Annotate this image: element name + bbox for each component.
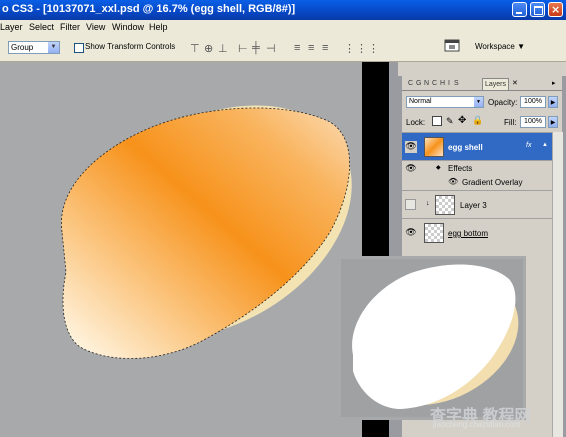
visibility-toggle[interactable] <box>405 199 416 210</box>
close-icon: × <box>551 3 561 16</box>
eye-icon[interactable]: 👁 <box>448 177 458 186</box>
tab-paths[interactable]: G <box>416 80 421 87</box>
lock-move-icon[interactable]: ✥ <box>458 115 466 126</box>
tab-history[interactable]: H <box>440 80 445 87</box>
maximize-button[interactable] <box>530 2 545 17</box>
tab-channels[interactable]: C <box>408 80 413 87</box>
effects-icon: ◆ <box>436 165 441 171</box>
layer-row-egg-shell[interactable]: 👁 egg shell fx ▲ <box>402 132 552 160</box>
auto-select-value: Group <box>11 43 34 52</box>
layer-name: Layer 3 <box>460 201 487 210</box>
effects-row[interactable]: 👁 ◆ Effects <box>402 160 552 175</box>
watermark-subtext: jiaocheng.chazidian.com <box>433 420 521 429</box>
layer-row-egg-bottom[interactable]: 👁 egg bottom <box>402 218 552 246</box>
document-canvas[interactable] <box>0 62 389 437</box>
minimize-icon <box>516 12 522 14</box>
preview-background <box>341 259 523 417</box>
lock-brush-icon[interactable]: ✎ <box>446 116 454 127</box>
expand-arrow-icon[interactable]: ▲ <box>542 142 548 148</box>
workspace-icon[interactable] <box>443 38 461 54</box>
layer-thumbnail <box>424 223 444 243</box>
menu-bar: Layer Select Filter View Window Help <box>0 20 566 34</box>
layer-thumbnail <box>435 195 455 215</box>
auto-select-dropdown[interactable]: Group ▼ <box>8 41 60 54</box>
eye-icon[interactable]: 👁 <box>405 163 417 175</box>
show-transform-label: Show Transform Controls <box>85 42 176 51</box>
panel-tabs: C G N C H I S Layers ✕ ▸ <box>402 76 562 91</box>
menu-help[interactable]: Help <box>149 22 168 32</box>
fill-arrow-icon[interactable]: ▶ <box>548 116 558 128</box>
clip-arrow-icon: ↓ <box>426 200 430 207</box>
menu-select[interactable]: Select <box>29 22 54 32</box>
chevron-down-icon: ▼ <box>48 42 59 53</box>
gradient-overlay-row[interactable]: 👁 Gradient Overlay <box>402 175 552 190</box>
menu-layer[interactable]: Layer <box>0 22 23 32</box>
distribute-left-icon[interactable]: ⋮ <box>344 42 355 55</box>
maximize-icon <box>534 6 543 15</box>
egg-shell-shape <box>61 107 350 359</box>
opacity-input[interactable]: 100% <box>520 96 546 108</box>
tab-color[interactable]: C <box>432 80 437 87</box>
menu-window[interactable]: Window <box>112 22 144 32</box>
fill-label: Fill: <box>504 118 517 127</box>
workspace-button[interactable]: Workspace ▼ <box>475 42 525 51</box>
tab-info[interactable]: I <box>448 80 450 87</box>
opacity-arrow-icon[interactable]: ▶ <box>548 96 558 108</box>
align-hcenter-icon[interactable]: ╪ <box>252 42 260 54</box>
fill-input[interactable]: 100% <box>520 116 546 128</box>
tab-layers[interactable]: Layers <box>482 78 510 90</box>
menu-view[interactable]: View <box>86 22 105 32</box>
panel-menu-icon[interactable]: ▸ <box>552 79 556 87</box>
align-vcenter-icon[interactable]: ⊕ <box>204 42 213 55</box>
tab-navigator[interactable]: N <box>424 80 429 87</box>
align-left-icon[interactable]: ⊢ <box>238 42 248 55</box>
blend-mode-dropdown[interactable]: Normal ▼ <box>406 96 484 108</box>
distribute-vcenter-icon[interactable]: ≡ <box>308 42 314 54</box>
gradient-overlay-label: Gradient Overlay <box>462 178 523 187</box>
show-transform-checkbox[interactable] <box>74 43 84 53</box>
eye-icon[interactable]: 👁 <box>405 227 417 239</box>
fx-badge[interactable]: fx <box>526 142 531 149</box>
panel-dock-header <box>398 62 566 76</box>
layer-name: egg shell <box>448 143 483 152</box>
minimize-button[interactable] <box>512 2 527 17</box>
close-button[interactable]: × <box>548 2 563 17</box>
window-title: o CS3 - [10137071_xxl.psd @ 16.7% (egg s… <box>2 3 296 15</box>
layer-row-layer-3[interactable]: ↓ Layer 3 <box>402 190 552 218</box>
preview-egg <box>352 264 519 409</box>
distribute-top-icon[interactable]: ≡ <box>294 42 300 54</box>
menu-filter[interactable]: Filter <box>60 22 80 32</box>
layer-thumbnail <box>424 137 444 157</box>
effects-label: Effects <box>448 164 473 173</box>
distribute-bottom-icon[interactable]: ≡ <box>322 42 328 54</box>
blend-mode-value: Normal <box>409 98 432 105</box>
options-bar: Group ▼ Show Transform Controls ⊤ ⊕ ⊥ ⊢ … <box>0 34 566 62</box>
title-bar: o CS3 - [10137071_xxl.psd @ 16.7% (egg s… <box>0 0 566 20</box>
eye-icon[interactable]: 👁 <box>405 141 417 153</box>
lock-label: Lock: <box>406 118 426 127</box>
egg-artwork <box>61 105 352 359</box>
align-right-icon[interactable]: ⊣ <box>266 42 276 55</box>
align-top-icon[interactable]: ⊤ <box>190 42 200 55</box>
opacity-label: Opacity: <box>488 98 518 107</box>
chevron-down-icon: ▼ <box>474 97 483 107</box>
lock-all-icon[interactable]: 🔒 <box>472 115 483 126</box>
distribute-hcenter-icon[interactable]: ⋮ <box>356 42 367 55</box>
layer-name: egg bottom <box>448 229 489 238</box>
distribute-right-icon[interactable]: ⋮ <box>368 42 379 55</box>
tab-swatches[interactable]: S <box>454 80 459 87</box>
layers-scrollbar[interactable] <box>552 132 563 437</box>
align-bottom-icon[interactable]: ⊥ <box>218 42 228 55</box>
lock-transparent-icon[interactable] <box>432 116 442 126</box>
close-tab-icon[interactable]: ✕ <box>512 79 518 87</box>
